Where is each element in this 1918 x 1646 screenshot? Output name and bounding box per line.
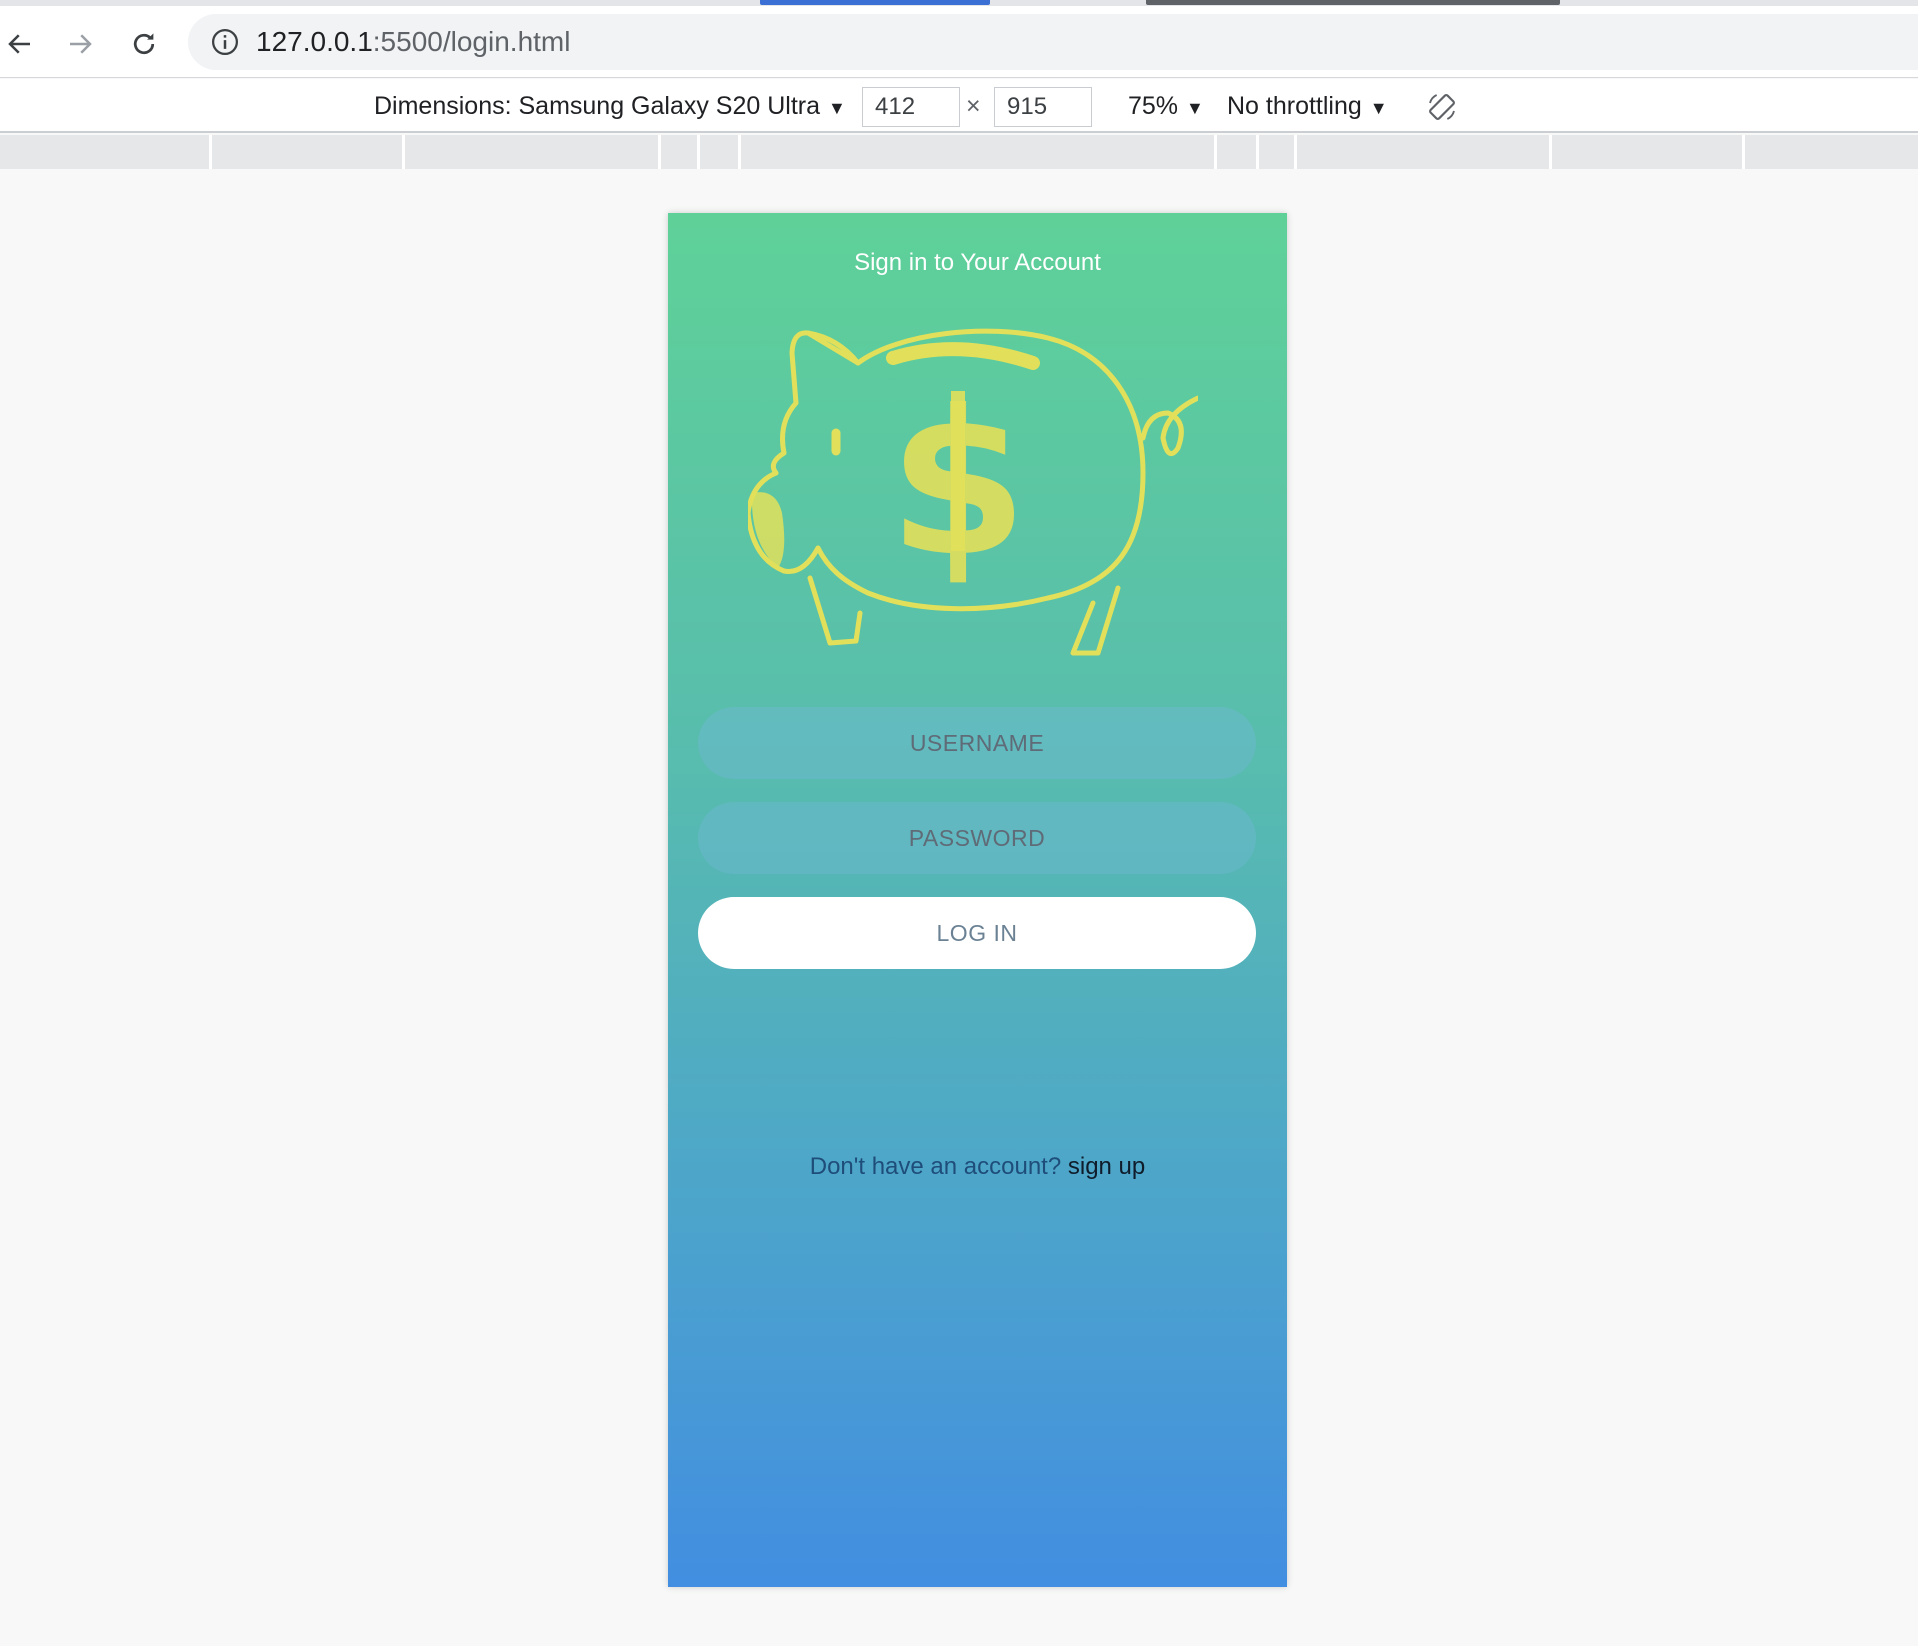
- url-host: 127.0.0.1: [256, 26, 373, 57]
- info-icon[interactable]: [210, 27, 240, 57]
- arrow-right-icon: [70, 34, 92, 54]
- throttling-dropdown[interactable]: No throttling ▼: [1227, 79, 1388, 133]
- url-text[interactable]: 127.0.0.1:5500/login.html: [256, 14, 570, 70]
- password-input[interactable]: [698, 802, 1256, 874]
- url-path: :5500/login.html: [372, 26, 571, 57]
- dimensions-dropdown[interactable]: Dimensions: Samsung Galaxy S20 Ultra ▼: [374, 79, 846, 133]
- back-button[interactable]: [0, 24, 40, 64]
- caret-down-icon: ▼: [1369, 98, 1388, 118]
- forward-button[interactable]: [60, 24, 100, 64]
- address-bar[interactable]: 127.0.0.1:5500/login.html: [188, 14, 1918, 70]
- height-input[interactable]: [994, 87, 1092, 127]
- piggy-bank-icon: $: [748, 328, 1198, 656]
- browser-toolbar: 127.0.0.1:5500/login.html: [0, 6, 1918, 78]
- caret-down-icon: ▼: [828, 98, 846, 118]
- active-tab-indicator[interactable]: [760, 0, 990, 5]
- reload-icon: [133, 33, 155, 55]
- times-symbol: ×: [966, 92, 981, 120]
- signup-link[interactable]: sign up: [1068, 1153, 1145, 1180]
- login-button[interactable]: LOG IN: [698, 897, 1256, 969]
- rotate-icon[interactable]: [1426, 91, 1458, 123]
- reload-button[interactable]: [124, 24, 164, 64]
- zoom-label: 75%: [1128, 92, 1179, 120]
- arrow-left-icon: [8, 34, 30, 54]
- zoom-dropdown[interactable]: 75% ▼: [1128, 79, 1204, 133]
- device-viewport: Sign in to Your Account $ LOG IN: [668, 213, 1287, 1587]
- device-toolbar: Dimensions: Samsung Galaxy S20 Ultra▼ × …: [0, 79, 1918, 133]
- signup-prompt-text: Don't have an account?: [809, 1153, 1062, 1180]
- dimensions-label: Dimensions: Samsung Galaxy S20 Ultra: [374, 92, 821, 120]
- caret-down-icon: ▼: [1186, 98, 1204, 118]
- media-query-ruler[interactable]: [0, 135, 1918, 169]
- throttling-label: No throttling: [1227, 92, 1362, 120]
- signup-prompt: Don't have an account? sign up: [668, 1153, 1287, 1181]
- width-input[interactable]: [862, 87, 960, 127]
- tab-indicator[interactable]: [1146, 0, 1560, 5]
- page-title: Sign in to Your Account: [854, 249, 1101, 276]
- username-input[interactable]: [698, 707, 1256, 779]
